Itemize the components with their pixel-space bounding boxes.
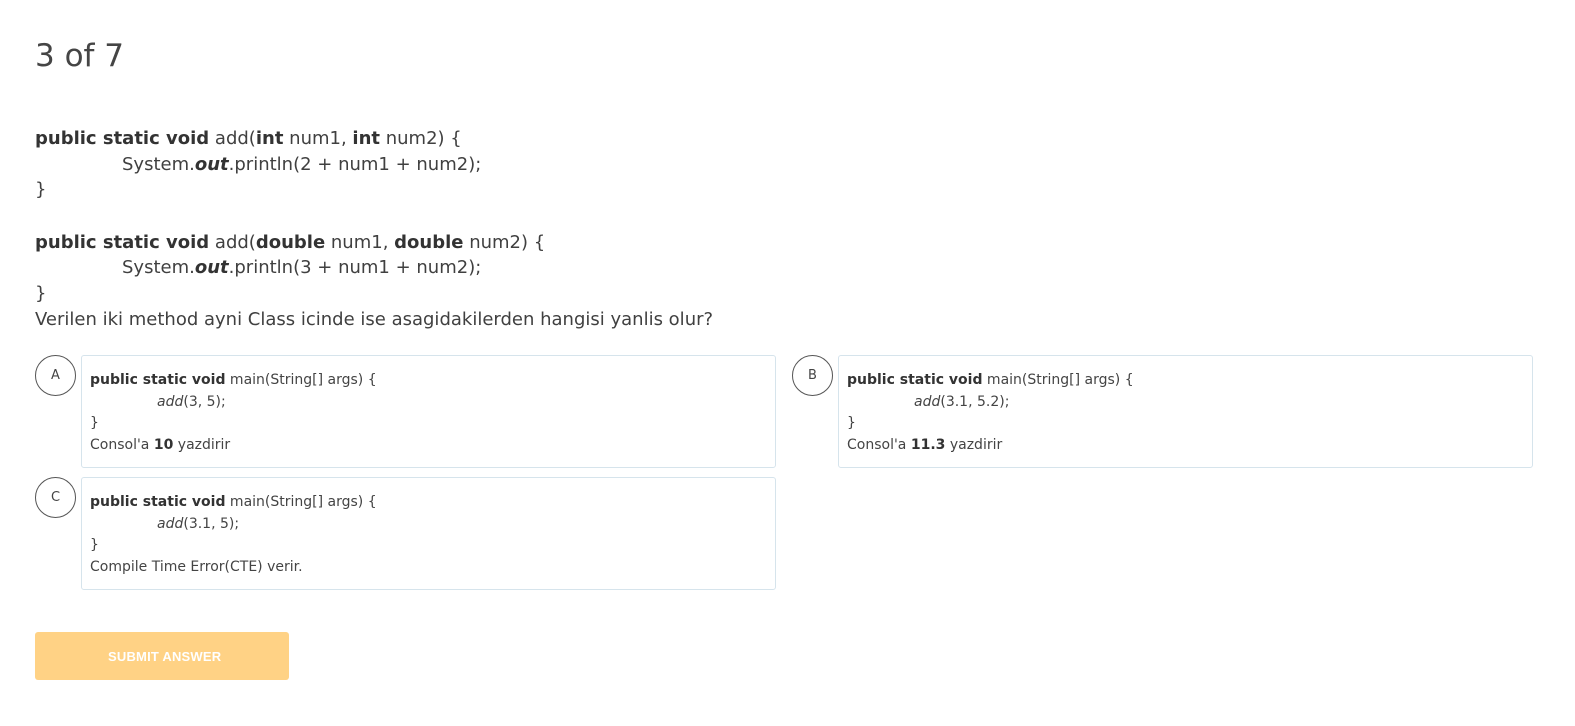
result-text: yazdirir [173,436,231,453]
code-text: add( [209,128,256,149]
code-text: add( [209,231,256,253]
question-progress: 3 of 7 [35,38,125,74]
option-signature: public static void main(String[] args) { [90,492,767,514]
submit-answer-button[interactable]: SUBMIT ANSWER [35,632,289,680]
option-b[interactable]: B public static void main(String[] args)… [792,355,1533,468]
code-text: num1, [283,128,353,149]
result-text: yazdirir [945,436,1003,453]
option-c-card[interactable]: public static void main(String[] args) {… [81,477,776,590]
code-text: num2) { [380,128,462,149]
option-b-radio[interactable]: B [792,355,833,396]
keyword: public static void [847,372,983,388]
method-name: add [914,393,941,410]
method-name: add [157,393,184,410]
method1-signature: public static void add(int num1, int num… [35,126,1035,152]
option-close: } [90,537,99,553]
method-name: add [157,515,184,532]
option-call: add(3, 5); [90,392,767,414]
question-body: public static void add(int num1, int num… [35,126,1035,333]
option-result: Consol'a 10 yazdirir [90,435,767,457]
option-call: add(3.1, 5.2); [847,392,1524,414]
keyword: public static void [35,231,210,253]
result-text: Consol'a [90,436,154,453]
code-text: (3, 5); [183,393,226,410]
option-call: add(3.1, 5); [90,514,767,536]
option-result: Consol'a 11.3 yazdirir [847,435,1524,457]
method1-body: System.out.println(2 + num1 + num2); [35,152,1035,178]
option-close: } [90,415,99,431]
keyword: int [352,128,380,149]
keyword: int [255,128,284,149]
method1-close: } [35,179,47,200]
code-out: out [194,257,229,278]
result-text: Compile Time Error(CTE) verir. [90,558,303,575]
method2-close: } [35,282,47,304]
code-text: num1, [325,231,395,253]
option-a-radio[interactable]: A [35,355,76,396]
option-c-radio[interactable]: C [35,477,76,518]
code-text: .println(2 + num1 + num2); [228,153,482,175]
keyword: double [394,231,464,253]
code-out: out [194,153,229,175]
code-text: main(String[] args) { [225,372,377,388]
code-text: (3.1, 5.2); [940,393,1010,410]
question-prompt: Verilen iki method ayni Class icinde ise… [35,309,714,330]
keyword: public static void [90,494,226,510]
code-text: System. [122,153,195,175]
option-b-card[interactable]: public static void main(String[] args) {… [838,355,1533,468]
method2-body: System.out.println(3 + num1 + num2); [35,255,1035,281]
result-text: Consol'a [847,436,911,453]
result-value: 11.3 [910,436,946,453]
option-c[interactable]: C public static void main(String[] args)… [35,477,776,590]
keyword: public static void [35,128,210,149]
option-a[interactable]: A public static void main(String[] args)… [35,355,776,468]
code-text: main(String[] args) { [982,372,1134,388]
option-a-card[interactable]: public static void main(String[] args) {… [81,355,776,468]
code-text: main(String[] args) { [225,494,377,510]
option-signature: public static void main(String[] args) { [847,370,1524,392]
option-signature: public static void main(String[] args) { [90,370,767,392]
method2-signature: public static void add(double num1, doub… [35,230,1035,256]
code-text: (3.1, 5); [183,515,240,532]
code-text: .println(3 + num1 + num2); [228,257,482,278]
result-value: 10 [153,436,174,453]
code-text: System. [122,257,195,278]
option-close: } [847,415,856,431]
code-text: num2) { [463,231,546,253]
option-result: Compile Time Error(CTE) verir. [90,557,767,579]
keyword: double [255,231,326,253]
keyword: public static void [90,372,226,388]
